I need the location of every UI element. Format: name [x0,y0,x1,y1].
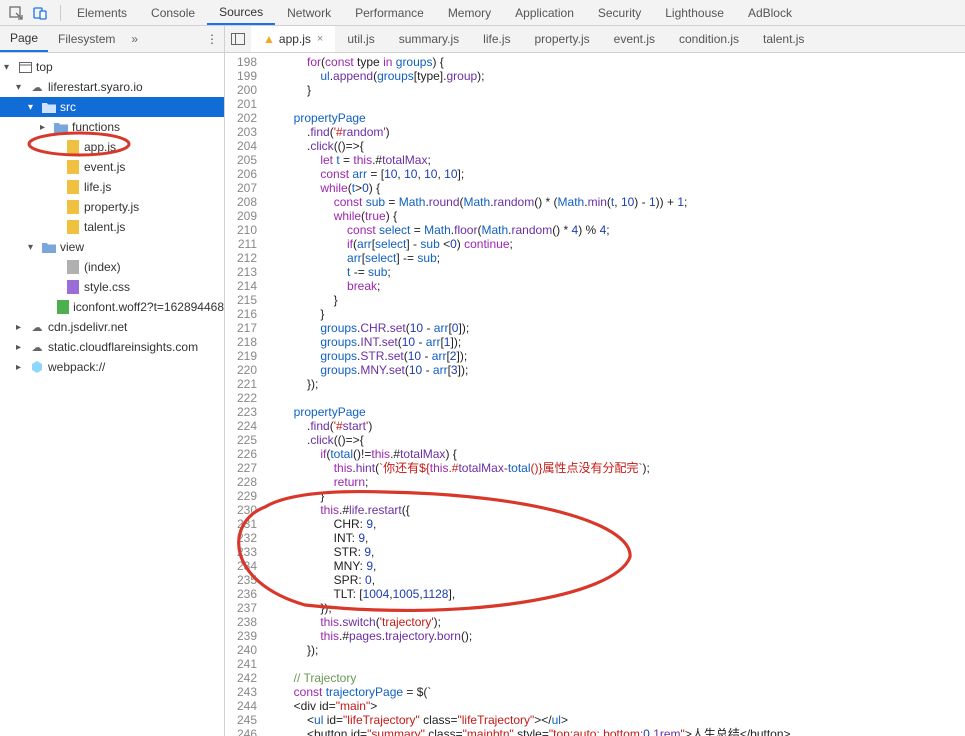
tree-domain[interactable]: ▸ ☁ cdn.jsdelivr.net [0,317,224,337]
file-navigator[interactable]: ▾ top ▾ ☁ liferestart.syaro.io ▾ src ▸ f… [0,53,225,736]
devtools-tab-performance[interactable]: Performance [343,0,436,25]
tree-top[interactable]: ▾ top [0,57,224,77]
folder-icon [42,240,56,254]
tree-folder-functions[interactable]: ▸ functions [0,117,224,137]
editor-toolbar: ▲ app.js × util.js summary.js life.js property… [225,26,816,52]
tree-label: talent.js [84,220,125,234]
tree-file[interactable]: iconfont.woff2?t=162894468 [0,297,224,317]
tree-label: event.js [84,160,125,174]
js-file-icon [66,200,80,214]
devtools-tab-adblock[interactable]: AdBlock [736,0,804,25]
file-icon [66,280,80,294]
file-tab-app-js[interactable]: ▲ app.js × [251,26,335,52]
toggle-navigator-icon[interactable] [225,33,251,45]
tree-label: liferestart.syaro.io [48,80,143,94]
tree-domain[interactable]: ▾ ☁ liferestart.syaro.io [0,77,224,97]
file-tab-label: property.js [535,32,590,46]
file-icon [66,260,80,274]
code-content[interactable]: for(const type in groups) { ul.append(gr… [267,53,965,736]
tree-file[interactable]: style.css [0,277,224,297]
file-tab-event-js[interactable]: event.js [602,26,667,52]
inspect-icon[interactable] [6,3,26,23]
devtools-tab-security[interactable]: Security [586,0,653,25]
tree-domain[interactable]: ▸ webpack:// [0,357,224,377]
tree-file[interactable]: (index) [0,257,224,277]
devtools-tab-memory[interactable]: Memory [436,0,503,25]
navigator-tabs: PageFilesystem » ⋮ [0,26,225,52]
tree-file-event-js[interactable]: event.js [0,157,224,177]
js-file-icon [66,180,80,194]
file-tab-summary-js[interactable]: summary.js [387,26,471,52]
navigator-tab-filesystem[interactable]: Filesystem [48,26,125,52]
file-tab-util-js[interactable]: util.js [335,26,386,52]
tree-label: life.js [84,180,111,194]
js-file-icon [66,160,80,174]
window-icon [18,60,32,74]
file-icon [57,300,69,314]
cloud-icon: ☁ [30,80,44,94]
tree-label: functions [72,120,120,134]
tree-label: property.js [84,200,139,214]
more-tabs-icon[interactable]: » [125,32,144,46]
devtools-header: ElementsConsoleSourcesNetworkPerformance… [0,0,965,26]
close-icon[interactable]: × [317,33,323,45]
tree-domain[interactable]: ▸ ☁ static.cloudflareinsights.com [0,337,224,357]
device-toggle-icon[interactable] [30,3,50,23]
code-editor[interactable]: 1981992002012022032042052062072082092102… [225,53,965,736]
file-tab-life-js[interactable]: life.js [471,26,522,52]
tree-label: cdn.jsdelivr.net [48,320,127,334]
file-tab-property-js[interactable]: property.js [523,26,602,52]
folder-icon [54,120,68,134]
tree-folder-src[interactable]: ▾ src [0,97,224,117]
tree-label: top [36,60,53,74]
webpack-icon [30,360,44,374]
devtools-tab-sources[interactable]: Sources [207,0,275,25]
line-gutter: 1981992002012022032042052062072082092102… [225,53,267,736]
devtools-tab-elements[interactable]: Elements [65,0,139,25]
devtools-panel-tabs: ElementsConsoleSourcesNetworkPerformance… [65,0,804,25]
file-tab-label: talent.js [763,32,804,46]
file-tab-label: util.js [347,32,374,46]
tree-label: src [60,100,76,114]
sources-subheader: PageFilesystem » ⋮ ▲ app.js × util.js summar… [0,26,965,53]
file-tab-label: condition.js [679,32,739,46]
file-tab-label: summary.js [399,32,459,46]
js-file-icon [66,220,80,234]
tree-label: style.css [84,280,130,294]
file-tab-label: app.js [279,32,311,46]
cloud-icon: ☁ [30,320,44,334]
file-tab-condition-js[interactable]: condition.js [667,26,751,52]
tree-label: view [60,240,84,254]
file-tab-label: event.js [614,32,655,46]
file-tab-talent-js[interactable]: talent.js [751,26,816,52]
tree-label: static.cloudflareinsights.com [48,340,198,354]
devtools-tab-network[interactable]: Network [275,0,343,25]
tree-label: app.js [84,140,116,154]
devtools-tab-lighthouse[interactable]: Lighthouse [653,0,736,25]
navigator-menu-icon[interactable]: ⋮ [200,32,224,46]
folder-icon [42,100,56,114]
tree-label: iconfont.woff2?t=162894468 [73,300,224,314]
devtools-tab-console[interactable]: Console [139,0,207,25]
devtools-tab-application[interactable]: Application [503,0,586,25]
tree-file-property-js[interactable]: property.js [0,197,224,217]
tree-file-talent-js[interactable]: talent.js [0,217,224,237]
navigator-tab-page[interactable]: Page [0,26,48,52]
open-file-tabs: ▲ app.js × util.js summary.js life.js property… [251,26,816,52]
tree-file-app-js[interactable]: app.js [0,137,224,157]
file-tab-label: life.js [483,32,510,46]
tree-file-life-js[interactable]: life.js [0,177,224,197]
cloud-icon: ☁ [30,340,44,354]
tree-label: (index) [84,260,121,274]
tree-label: webpack:// [48,360,105,374]
warning-icon: ▲ [263,32,275,46]
tree-folder-view[interactable]: ▾ view [0,237,224,257]
js-file-icon [66,140,80,154]
